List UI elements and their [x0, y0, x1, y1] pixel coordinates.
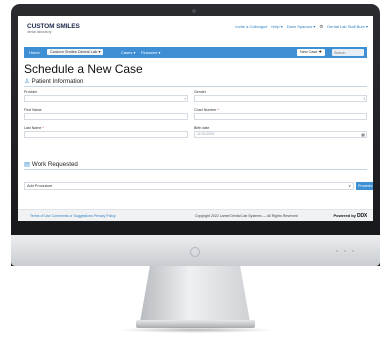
gear-icon[interactable]: ⚙	[319, 24, 323, 30]
user-menu[interactable]: Dave Sparrow ▾	[287, 24, 315, 30]
brand-name: CUSTOM SMILES	[27, 23, 80, 30]
clipboard-icon: ▤	[24, 161, 30, 168]
birth-date-label: Birth date	[194, 126, 210, 130]
invite-colleague-link[interactable]: Invite a Colleague	[235, 24, 267, 30]
patient-info-title: Patient Information	[31, 78, 84, 85]
procedures-button[interactable]: Procedures ▾	[356, 182, 373, 190]
add-procedure-label: Add Procedure	[27, 184, 53, 188]
lab-menu[interactable]: Dental Lab Stall Bum ▾	[327, 24, 368, 30]
last-name-field[interactable]	[24, 131, 188, 138]
top-bar: CUSTOM SMILES dental laboratory Invite a…	[18, 16, 373, 40]
nav-finances[interactable]: Finances ▾	[141, 50, 160, 55]
ddx-logo: DDX	[357, 213, 367, 219]
work-requested-title: Work Requested	[31, 161, 78, 168]
app-screen: CUSTOM SMILES dental laboratory Invite a…	[18, 16, 373, 221]
monitor-stand	[140, 266, 250, 322]
birth-date-field[interactable]: 11/01/2000 ▦	[194, 131, 367, 138]
page-title: Schedule a New Case	[24, 62, 143, 76]
main-nav: Home Custom Smiles Dental Lab ▾ Cases ▾ …	[24, 47, 367, 58]
select-arrow-icon: ↕	[184, 96, 186, 101]
top-links: Invite a Colleague Help ▾ Dave Sparrow ▾…	[235, 24, 368, 30]
brand-logo[interactable]: CUSTOM SMILES dental laboratory	[27, 23, 80, 34]
select-arrow-icon: ↕	[363, 96, 365, 101]
gender-select[interactable]: ↕	[194, 95, 367, 102]
lab-selector[interactable]: Custom Smiles Dental Lab ▾	[47, 49, 104, 55]
monitor-logo-icon	[190, 247, 200, 257]
add-procedure-select[interactable]: Add Procedure ∨	[24, 182, 354, 190]
calendar-icon[interactable]: ▦	[361, 132, 365, 137]
nav-home[interactable]: Home	[29, 50, 40, 55]
patient-info-heading: ♙ Patient Information	[24, 78, 367, 87]
monitor-chin	[11, 235, 380, 266]
last-name-label: Last Name *	[24, 126, 44, 130]
provider-label: Provider	[24, 90, 38, 94]
indicator-lights	[336, 250, 354, 252]
powered-by: Powered by DDX	[333, 213, 367, 219]
chevron-down-icon: ∨	[348, 184, 351, 188]
first-name-field[interactable]	[24, 113, 188, 120]
stand-shadow	[118, 327, 274, 333]
birth-date-placeholder: 11/01/2000	[197, 132, 215, 136]
new-case-button[interactable]: New Case ✚	[297, 49, 325, 56]
page-footer: Terms of Use Comments or Suggestions Pri…	[18, 209, 373, 221]
help-menu[interactable]: Help ▾	[271, 24, 282, 30]
work-requested-heading: ▤ Work Requested	[24, 161, 367, 170]
chart-number-label: Chart Number *	[194, 108, 219, 112]
footer-copyright: Copyright 2022 Lamet Dental Lab Systems …	[195, 214, 298, 218]
nav-cases[interactable]: Cases ▾	[121, 50, 135, 55]
provider-select[interactable]: ↕	[24, 95, 188, 102]
footer-links[interactable]: Terms of Use Comments or Suggestions Pri…	[30, 214, 116, 218]
first-name-label: First Name	[24, 108, 42, 112]
person-icon: ♙	[24, 78, 30, 85]
search-input[interactable]	[332, 49, 364, 56]
chart-number-field[interactable]	[194, 113, 367, 120]
camera-icon	[192, 9, 196, 13]
monitor-frame: CUSTOM SMILES dental laboratory Invite a…	[11, 4, 380, 266]
gender-label: Gender	[194, 90, 206, 94]
brand-subtitle: dental laboratory	[27, 30, 52, 34]
